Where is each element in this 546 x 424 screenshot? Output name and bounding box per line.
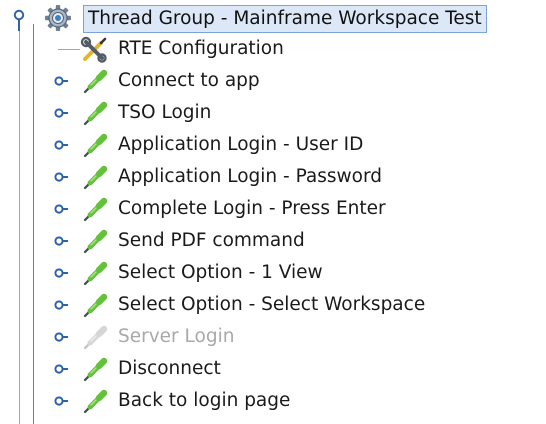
tree-node[interactable]: Select Option - Select Workspace — [0, 289, 546, 321]
pipette-sampler-icon — [83, 389, 108, 414]
collapsed-handle-icon[interactable] — [54, 299, 68, 313]
pipette-sampler-icon — [83, 261, 108, 286]
pipette-sampler-icon — [83, 133, 108, 158]
tree-node-label[interactable]: Application Login - User ID — [118, 132, 363, 158]
tree-node-label[interactable]: TSO Login — [118, 100, 211, 126]
tree-node[interactable]: RTE Configuration — [0, 33, 546, 65]
tree-node-label[interactable]: Back to login page — [118, 388, 290, 414]
tree-node[interactable]: TSO Login — [0, 97, 546, 129]
tree-node-label[interactable]: Thread Group - Mainframe Workspace Test — [83, 5, 487, 33]
tree-node-label[interactable]: Send PDF command — [118, 228, 305, 254]
pipette-sampler-icon — [83, 69, 108, 94]
collapsed-handle-icon[interactable] — [54, 235, 68, 249]
wrench-screwdriver-icon — [80, 36, 107, 63]
pipette-sampler-icon — [83, 325, 108, 350]
tree-node-label[interactable]: Select Option - 1 View — [118, 260, 323, 286]
tree-node[interactable]: Complete Login - Press Enter — [0, 193, 546, 225]
tree-node[interactable]: Back to login page — [0, 385, 546, 417]
collapsed-handle-icon[interactable] — [54, 395, 68, 409]
pipette-sampler-icon — [83, 357, 108, 382]
pipette-sampler-icon — [83, 101, 108, 126]
tree-node[interactable]: Disconnect — [0, 353, 546, 385]
collapsed-handle-icon[interactable] — [54, 75, 68, 89]
tree-node-label[interactable]: Server Login — [118, 324, 234, 350]
tree-node-label[interactable]: RTE Configuration — [118, 36, 284, 62]
collapsed-handle-icon[interactable] — [54, 171, 68, 185]
tree-node[interactable]: Send PDF command — [0, 225, 546, 257]
collapsed-handle-icon[interactable] — [54, 107, 68, 121]
gear-icon — [45, 5, 71, 31]
tree-node[interactable]: Select Option - 1 View — [0, 257, 546, 289]
tree-node-label[interactable]: Select Option - Select Workspace — [118, 292, 425, 318]
tree-node[interactable]: Connect to app — [0, 65, 546, 97]
pipette-sampler-icon — [83, 197, 108, 222]
pipette-sampler-icon — [83, 229, 108, 254]
tree-node-label[interactable]: Complete Login - Press Enter — [118, 196, 386, 222]
collapsed-handle-icon[interactable] — [54, 203, 68, 217]
pipette-sampler-icon — [83, 165, 108, 190]
tree-node-thread-group[interactable]: Thread Group - Mainframe Workspace Test — [0, 2, 546, 34]
collapsed-handle-icon[interactable] — [54, 363, 68, 377]
tree-connector-line — [58, 49, 80, 50]
tree-node-label[interactable]: Application Login - Password — [118, 164, 382, 190]
test-plan-tree[interactable]: Thread Group - Mainframe Workspace Test … — [0, 0, 546, 424]
pipette-sampler-icon — [83, 293, 108, 318]
tree-node[interactable]: Application Login - User ID — [0, 129, 546, 161]
collapsed-handle-icon[interactable] — [54, 267, 68, 281]
tree-node-label[interactable]: Disconnect — [118, 356, 221, 382]
expanded-handle-icon[interactable] — [12, 9, 28, 31]
collapsed-handle-icon[interactable] — [54, 331, 68, 345]
tree-node[interactable]: Server Login — [0, 321, 546, 353]
collapsed-handle-icon[interactable] — [54, 139, 68, 153]
tree-node[interactable]: Application Login - Password — [0, 161, 546, 193]
tree-node-label[interactable]: Connect to app — [118, 68, 260, 94]
